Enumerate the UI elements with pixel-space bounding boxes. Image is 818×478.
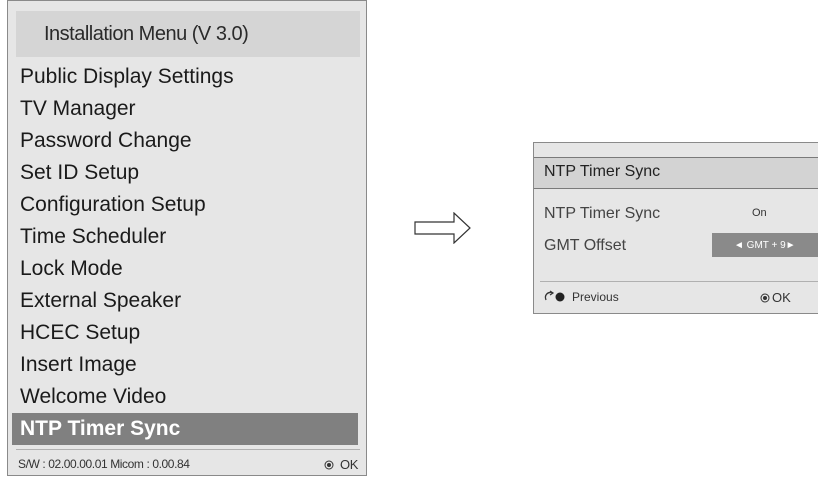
- menu-item-tv-manager[interactable]: TV Manager: [20, 95, 136, 123]
- menu-header: Installation Menu (V 3.0): [16, 11, 360, 57]
- ntp-sync-value[interactable]: On: [752, 207, 767, 219]
- menu-item-insert-image[interactable]: Insert Image: [20, 351, 137, 379]
- radio-dot-icon: [324, 460, 334, 470]
- ntp-ok-label: OK: [772, 290, 791, 305]
- radio-dot-icon: [760, 293, 770, 303]
- footer-ok-label: OK: [340, 457, 358, 472]
- installation-menu-panel: Installation Menu (V 3.0) Public Display…: [7, 0, 367, 476]
- menu-item-lock-mode[interactable]: Lock Mode: [20, 255, 123, 283]
- ntp-ok-button[interactable]: OK: [760, 290, 791, 305]
- ntp-sync-label: NTP Timer Sync: [544, 205, 661, 222]
- menu-item-external-speaker[interactable]: External Speaker: [20, 287, 181, 315]
- menu-title: Installation Menu (V 3.0): [44, 22, 249, 45]
- menu-item-public-display-settings[interactable]: Public Display Settings: [20, 63, 234, 91]
- back-return-icon: [544, 290, 565, 302]
- menu-item-hcec-setup[interactable]: HCEC Setup: [20, 319, 140, 347]
- menu-item-welcome-video[interactable]: Welcome Video: [20, 383, 166, 411]
- gmt-offset-selector[interactable]: ◄ GMT + 9►: [712, 233, 818, 257]
- gmt-offset-value: ◄ GMT + 9►: [734, 239, 796, 251]
- menu-item-password-change[interactable]: Password Change: [20, 127, 192, 155]
- previous-button[interactable]: Previous: [572, 290, 619, 304]
- menu-item-ntp-timer-sync-selected[interactable]: NTP Timer Sync: [12, 413, 358, 445]
- ntp-timer-sync-panel: NTP Timer Sync NTP Timer Sync On GMT Off…: [533, 142, 818, 314]
- gmt-offset-label: GMT Offset: [544, 237, 627, 254]
- ntp-panel-header: NTP Timer Sync: [534, 157, 818, 189]
- footer-ok-button[interactable]: OK: [324, 457, 358, 472]
- menu-footer: S/W : 02.00.00.01 Micom : 0.00.84 OK: [16, 449, 360, 474]
- menu-item-time-scheduler[interactable]: Time Scheduler: [20, 223, 166, 251]
- menu-item-set-id-setup[interactable]: Set ID Setup: [20, 159, 139, 187]
- right-arrow-icon: [414, 212, 471, 244]
- ntp-panel-title: NTP Timer Sync: [544, 163, 661, 180]
- ntp-footer-divider: [540, 281, 818, 282]
- software-version: S/W : 02.00.00.01 Micom : 0.00.84: [18, 457, 190, 471]
- menu-item-configuration-setup[interactable]: Configuration Setup: [20, 191, 206, 219]
